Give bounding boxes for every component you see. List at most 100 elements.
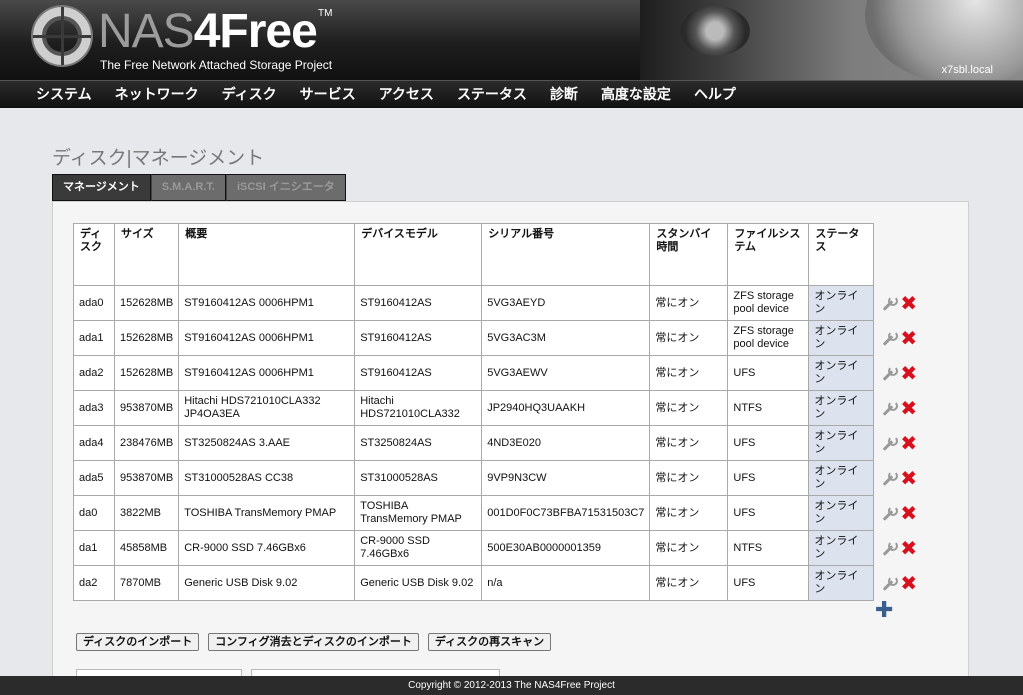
- nav-item[interactable]: サービス: [300, 81, 356, 107]
- cell-model: Hitachi HDS721010CLA332: [354, 390, 483, 426]
- row-actions: ✖: [874, 286, 922, 321]
- cell-size: 238476MB: [113, 425, 180, 461]
- col-actions: [874, 224, 922, 286]
- hdd-spindle: [680, 6, 750, 56]
- button-row: ディスクのインポート コンフィグ消去とディスクのインポート ディスクの再スキャン: [76, 633, 552, 651]
- delete-icon[interactable]: ✖: [900, 328, 917, 348]
- cell-disk: da2: [73, 565, 115, 601]
- delete-icon[interactable]: ✖: [900, 433, 917, 453]
- cell-description: Hitachi HDS721010CLA332 JP4OA3EA: [178, 390, 356, 426]
- delete-icon[interactable]: ✖: [900, 293, 917, 313]
- row-actions: ✖: [874, 566, 922, 601]
- col-status: ステータス: [808, 223, 875, 286]
- cell-filesystem: UFS: [727, 425, 810, 461]
- nas4free-logo-icon: [33, 7, 91, 65]
- cell-model: CR-9000 SSD 7.46GBx6: [354, 530, 483, 566]
- row-actions: ✖: [874, 321, 922, 356]
- cell-serial: 001D0F0C73BFBA71531503C7: [481, 495, 651, 531]
- nav-item[interactable]: システム: [36, 81, 92, 107]
- delete-icon[interactable]: ✖: [900, 363, 917, 383]
- tagline: The Free Network Attached Storage Projec…: [100, 58, 333, 72]
- table-header-row: ディスク サイズ 概要 デバイスモデル シリアル番号 スタンバイ時間 ファイルシ…: [73, 223, 922, 286]
- rescan-disks-button[interactable]: ディスクの再スキャン: [427, 633, 552, 651]
- logo-trademark: TM: [318, 8, 333, 19]
- cell-size: 152628MB: [113, 355, 180, 391]
- nav-item[interactable]: 診断: [550, 81, 578, 107]
- logo-nas: NAS: [98, 5, 195, 58]
- wrench-icon[interactable]: [880, 401, 899, 417]
- cell-serial: 5VG3AEYD: [481, 285, 651, 321]
- disk-table: ディスク サイズ 概要 デバイスモデル シリアル番号 スタンバイ時間 ファイルシ…: [73, 223, 922, 601]
- cell-filesystem: UFS: [727, 565, 810, 601]
- tab-bar: マネージメント S.M.A.R.T. iSCSI イニシエータ: [52, 174, 346, 201]
- delete-icon[interactable]: ✖: [900, 398, 917, 418]
- cell-description: ST9160412AS 0006HPM1: [178, 355, 356, 391]
- cell-serial: 5VG3AC3M: [481, 320, 651, 356]
- cell-status: オンライン: [808, 390, 875, 426]
- delete-icon[interactable]: ✖: [900, 468, 917, 488]
- row-actions: ✖: [874, 531, 922, 566]
- clear-config-import-button[interactable]: コンフィグ消去とディスクのインポート: [208, 633, 419, 651]
- import-disks-button[interactable]: ディスクのインポート: [76, 633, 200, 651]
- cell-size: 152628MB: [113, 320, 180, 356]
- cell-size: 45858MB: [113, 530, 180, 566]
- cell-status: オンライン: [808, 530, 875, 566]
- wrench-icon[interactable]: [880, 366, 899, 382]
- cell-serial: 9VP9N3CW: [481, 460, 651, 496]
- delete-icon[interactable]: ✖: [900, 503, 917, 523]
- cell-model: Generic USB Disk 9.02: [354, 565, 483, 601]
- delete-icon[interactable]: ✖: [900, 538, 917, 558]
- nav-item[interactable]: 高度な設定: [601, 81, 671, 107]
- tab-2[interactable]: iSCSI イニシエータ: [225, 174, 346, 201]
- cell-standby: 常にオン: [649, 390, 729, 426]
- tab-1[interactable]: S.M.A.R.T.: [150, 174, 226, 201]
- hostname: x7sbl.local: [941, 64, 993, 76]
- cell-size: 152628MB: [113, 285, 180, 321]
- wrench-icon[interactable]: [880, 331, 899, 347]
- cell-standby: 常にオン: [649, 530, 729, 566]
- cell-serial: 5VG3AEWV: [481, 355, 651, 391]
- page-title: ディスク|マネージメント: [52, 148, 265, 169]
- cell-disk: da1: [73, 530, 115, 566]
- cell-model: ST31000528AS: [354, 460, 483, 496]
- table-row: ada1 152628MB ST9160412AS 0006HPM1 ST916041…: [73, 320, 922, 356]
- cell-disk: ada1: [73, 320, 115, 356]
- nav-item[interactable]: アクセス: [379, 81, 434, 107]
- cell-model: ST9160412AS: [354, 320, 483, 356]
- col-disk: ディスク: [73, 223, 115, 286]
- nav-item[interactable]: ディスク: [222, 81, 277, 107]
- cell-model: TOSHIBA TransMemory PMAP: [354, 495, 483, 531]
- table-row: ada4 238476MB ST3250824AS 3.AAE ST3250824AS…: [73, 425, 922, 461]
- nav-item[interactable]: ヘルプ: [694, 81, 736, 107]
- cell-size: 953870MB: [113, 390, 180, 426]
- table-row: ada0 152628MB ST9160412AS 0006HPM1 ST916041…: [73, 285, 922, 321]
- nav-item[interactable]: ステータス: [457, 81, 527, 107]
- cell-description: CR-9000 SSD 7.46GBx6: [178, 530, 356, 566]
- wrench-icon[interactable]: [880, 296, 899, 312]
- add-disk-icon[interactable]: ✚: [875, 600, 893, 622]
- cell-disk: ada2: [73, 355, 115, 391]
- cell-status: オンライン: [808, 320, 875, 356]
- cell-serial: 500E30AB0000001359: [481, 530, 651, 566]
- cell-filesystem: UFS: [727, 355, 810, 391]
- cell-model: ST9160412AS: [354, 285, 483, 321]
- wrench-icon[interactable]: [880, 436, 899, 452]
- col-filesystem: ファイルシステム: [727, 223, 810, 286]
- cell-standby: 常にオン: [649, 320, 729, 356]
- cell-description: TOSHIBA TransMemory PMAP: [178, 495, 356, 531]
- tab-0[interactable]: マネージメント: [52, 174, 151, 201]
- wrench-icon[interactable]: [880, 541, 899, 557]
- cell-filesystem: UFS: [727, 460, 810, 496]
- cell-standby: 常にオン: [649, 355, 729, 391]
- cell-status: オンライン: [808, 460, 875, 496]
- cell-standby: 常にオン: [649, 565, 729, 601]
- cell-description: ST31000528AS CC38: [178, 460, 356, 496]
- cell-description: ST9160412AS 0006HPM1: [178, 320, 356, 356]
- wrench-icon[interactable]: [880, 471, 899, 487]
- wrench-icon[interactable]: [880, 506, 899, 522]
- cell-description: ST9160412AS 0006HPM1: [178, 285, 356, 321]
- nav-item[interactable]: ネットワーク: [115, 81, 199, 107]
- wrench-icon[interactable]: [880, 576, 899, 592]
- delete-icon[interactable]: ✖: [900, 573, 917, 593]
- table-row: da2 7870MB Generic USB Disk 9.02 Generic US…: [73, 565, 922, 601]
